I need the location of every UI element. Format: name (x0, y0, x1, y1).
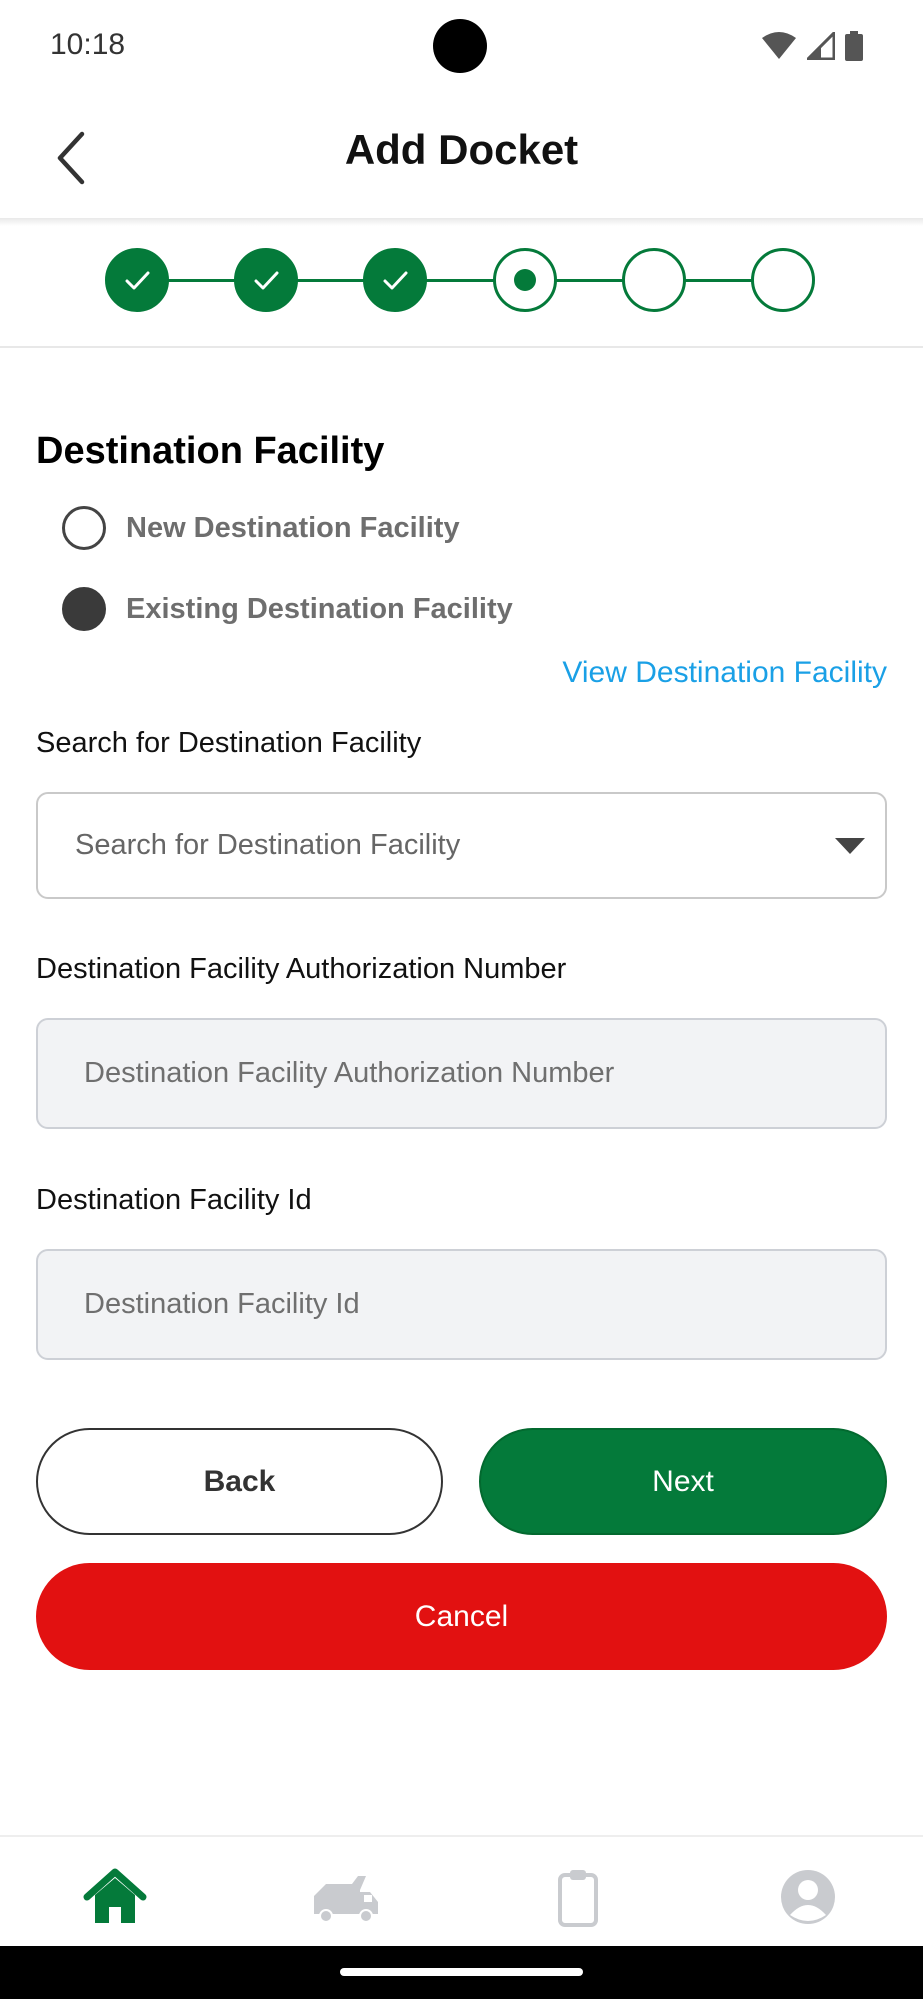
current-step-dot (514, 269, 536, 291)
search-destination-facility-dropdown[interactable]: Search for Destination Facility (36, 792, 887, 899)
section-title: Destination Facility (36, 430, 385, 472)
step-5-pending (622, 248, 686, 312)
auth-number-label: Destination Facility Authorization Numbe… (36, 953, 567, 985)
view-destination-facility-link[interactable]: View Destination Facility (562, 656, 887, 690)
page-title: Add Docket (344, 126, 579, 173)
back-button[interactable]: Back (36, 1428, 443, 1535)
step-2-completed (234, 248, 298, 312)
home-gesture-handle[interactable] (340, 1968, 583, 1976)
facility-id-label: Destination Facility Id (36, 1184, 312, 1216)
check-icon (254, 271, 279, 290)
step-1-completed (105, 248, 169, 312)
camera-cutout (433, 19, 487, 73)
status-time: 10:18 (50, 28, 126, 61)
nav-dockets[interactable] (301, 1862, 391, 1932)
radio-new-destination-facility[interactable]: New Destination Facility (62, 503, 460, 553)
facility-id-field[interactable] (38, 1251, 885, 1358)
nav-home[interactable] (70, 1862, 160, 1932)
truck-icon[interactable] (312, 1870, 380, 1924)
progress-stepper (0, 246, 923, 316)
radio-existing-destination-facility[interactable]: Existing Destination Facility (62, 584, 513, 634)
profile-icon[interactable] (780, 1869, 836, 1925)
wifi-icon (762, 32, 796, 59)
next-button[interactable]: Next (479, 1428, 887, 1535)
header-shadow (0, 218, 923, 226)
radio-checked-icon[interactable] (62, 587, 106, 631)
caret-down-icon[interactable] (835, 838, 865, 854)
step-4-current (493, 248, 557, 312)
nav-clipboard[interactable] (533, 1862, 623, 1932)
bottom-nav-divider (0, 1835, 923, 1837)
check-icon (383, 271, 408, 290)
search-placeholder: Search for Destination Facility (75, 829, 461, 861)
signal-icon (807, 32, 835, 60)
auth-number-field-container (36, 1018, 887, 1129)
clipboard-icon[interactable] (556, 1867, 600, 1927)
auth-number-field[interactable] (38, 1020, 885, 1127)
radio-label-new: New Destination Facility (126, 511, 460, 544)
step-3-completed (363, 248, 427, 312)
facility-id-field-container (36, 1249, 887, 1360)
cancel-button[interactable]: Cancel (36, 1563, 887, 1670)
status-icons (761, 30, 863, 62)
radio-label-existing: Existing Destination Facility (126, 592, 513, 625)
battery-icon (845, 31, 863, 61)
step-6-pending (751, 248, 815, 312)
home-icon[interactable] (83, 1867, 147, 1927)
nav-profile[interactable] (763, 1862, 853, 1932)
radio-unchecked-icon[interactable] (62, 506, 106, 550)
check-icon (125, 271, 150, 290)
stepper-divider (0, 346, 923, 348)
search-label: Search for Destination Facility (36, 727, 422, 759)
